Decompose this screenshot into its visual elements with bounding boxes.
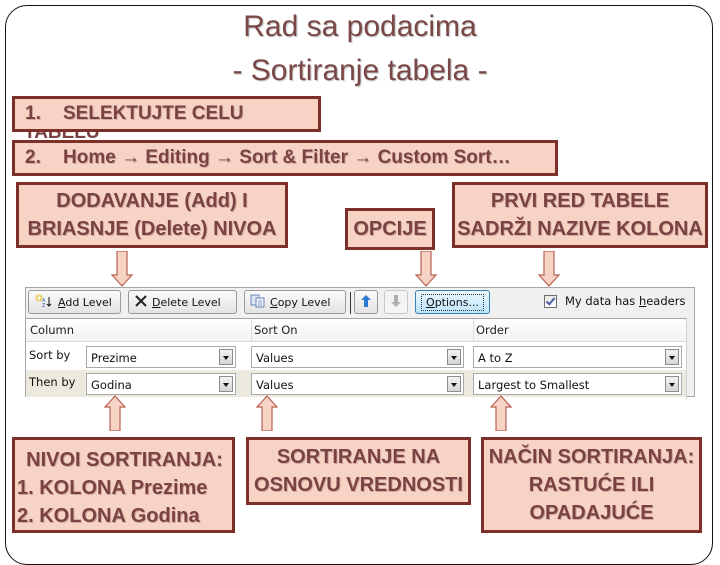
sort-dialog: AZ Add Level Delete Level Copy Level Opt… (25, 287, 695, 399)
options-callout-text: OPCIJE (353, 218, 427, 240)
add-level-label: Add Level (58, 295, 112, 309)
chevron-down-icon[interactable] (665, 349, 679, 365)
delete-x-icon (134, 294, 148, 311)
arrow-down-to-add-level (111, 251, 133, 287)
sort-on-select-value: Values (256, 351, 294, 365)
column-header-column: Column (30, 323, 75, 337)
step-2-callout: 2. Home → Editing → Sort & Filter → Custo… (12, 140, 558, 176)
sort-level-row[interactable]: Sort by Prezime Values A to Z (26, 343, 686, 370)
column-select[interactable]: Prezime (86, 346, 236, 368)
sort-levels-grid: Column Sort On Order Sort by Prezime Val… (26, 318, 687, 399)
headers-line1: PRVI RED TABELE (490, 190, 670, 212)
chevron-down-icon[interactable] (447, 349, 461, 365)
arrow-up-icon (361, 294, 371, 310)
order-select[interactable]: Largest to Smallest (473, 373, 682, 395)
sort-level-row-selected[interactable]: Then by Godina Values Largest to Smalles… (26, 370, 686, 397)
add-delete-callout: DODAVANJE (Add) I BRIASNJE (Delete) NIVO… (16, 182, 288, 248)
sort-on-select[interactable]: Values (251, 373, 464, 395)
sort-on-select-value: Values (256, 378, 294, 392)
order-line2: RASTUĆE ILI (528, 474, 655, 496)
headers-checkbox-row[interactable]: My data has headers (544, 294, 685, 308)
step-1-callout: 1. SELEKTUJTE CELU (12, 96, 321, 132)
levels-callout: NIVOI SORTIRANJA: 1. KOLONA Prezime 2. K… (12, 437, 235, 533)
step-2-number: 2. (25, 147, 41, 168)
copy-level-button[interactable]: Copy Level (244, 290, 346, 314)
toolbar-separator (350, 292, 351, 314)
copy-icon (250, 294, 266, 311)
add-delete-line1: DODAVANJE (Add) I (56, 190, 248, 212)
slide-subtitle: - Sortiranje tabela - (232, 54, 488, 87)
column-select[interactable]: Godina (86, 373, 236, 395)
sort-on-line1: SORTIRANJE NA (276, 446, 441, 468)
step-2-text: Home → Editing → Sort & Filter → Custom … (63, 147, 511, 168)
slide-title: Rad sa podacima (243, 10, 477, 43)
order-select[interactable]: A to Z (473, 346, 682, 368)
order-callout: NAČIN SORTIRANJA: RASTUĆE ILI OPADAJUĆE (481, 437, 702, 533)
arrow-up-to-order (490, 395, 512, 431)
headers-checkbox-label: My data has headers (565, 294, 686, 308)
header-divider (251, 319, 252, 341)
chevron-down-icon[interactable] (447, 376, 461, 392)
row-label: Sort by (29, 348, 71, 362)
add-level-icon: AZ (34, 294, 54, 311)
step-1-text: SELEKTUJTE CELU (63, 103, 244, 124)
arrow-down-icon (391, 294, 401, 310)
order-line1: NAČIN SORTIRANJA: (488, 446, 695, 468)
column-header-sort-on: Sort On (254, 323, 298, 337)
sort-on-callout: SORTIRANJE NA OSNOVU VREDNOSTI (246, 437, 471, 505)
move-down-button[interactable] (384, 290, 408, 314)
order-select-value: A to Z (478, 351, 513, 365)
headers-line2: SADRŽI NAZIVE KOLONA (457, 218, 703, 240)
options-label: Options... (421, 293, 484, 311)
sort-on-select[interactable]: Values (251, 346, 464, 368)
order-select-value: Largest to Smallest (478, 378, 590, 392)
svg-text:Z: Z (42, 303, 46, 308)
copy-level-label: Copy Level (270, 295, 331, 309)
sort-on-line2: OSNOVU VREDNOSTI (254, 474, 463, 496)
levels-line1: NIVOI SORTIRANJA: (26, 449, 223, 471)
header-divider (473, 319, 474, 341)
arrow-up-to-column (104, 395, 126, 431)
levels-line3: 2. KOLONA Godina (17, 505, 200, 527)
add-delete-line2: BRIASNJE (Delete) NIVOA (27, 218, 277, 240)
move-up-button[interactable] (354, 290, 378, 314)
add-level-button[interactable]: AZ Add Level (28, 290, 121, 314)
chevron-down-icon[interactable] (219, 349, 233, 365)
headers-checkbox[interactable] (544, 294, 557, 308)
column-header-order: Order (476, 323, 509, 337)
order-line3: OPADAJUĆE (529, 502, 654, 524)
arrow-up-to-sort-on (256, 395, 278, 431)
delete-level-button[interactable]: Delete Level (128, 290, 237, 314)
levels-line2: 1. KOLONA Prezime (17, 477, 208, 499)
step-1-number: 1. (25, 103, 41, 124)
arrow-down-to-options (415, 251, 437, 287)
column-select-value: Godina (91, 378, 132, 392)
headers-callout: PRVI RED TABELE SADRŽI NAZIVE KOLONA (452, 182, 708, 248)
row-label: Then by (29, 375, 76, 389)
options-callout: OPCIJE (345, 208, 435, 250)
delete-level-label: Delete Level (152, 295, 221, 309)
column-select-value: Prezime (91, 351, 137, 365)
arrow-down-to-headers (538, 251, 560, 287)
chevron-down-icon[interactable] (665, 376, 679, 392)
chevron-down-icon[interactable] (219, 376, 233, 392)
options-button[interactable]: Options... (415, 290, 490, 314)
grid-header: Column Sort On Order (26, 319, 686, 342)
